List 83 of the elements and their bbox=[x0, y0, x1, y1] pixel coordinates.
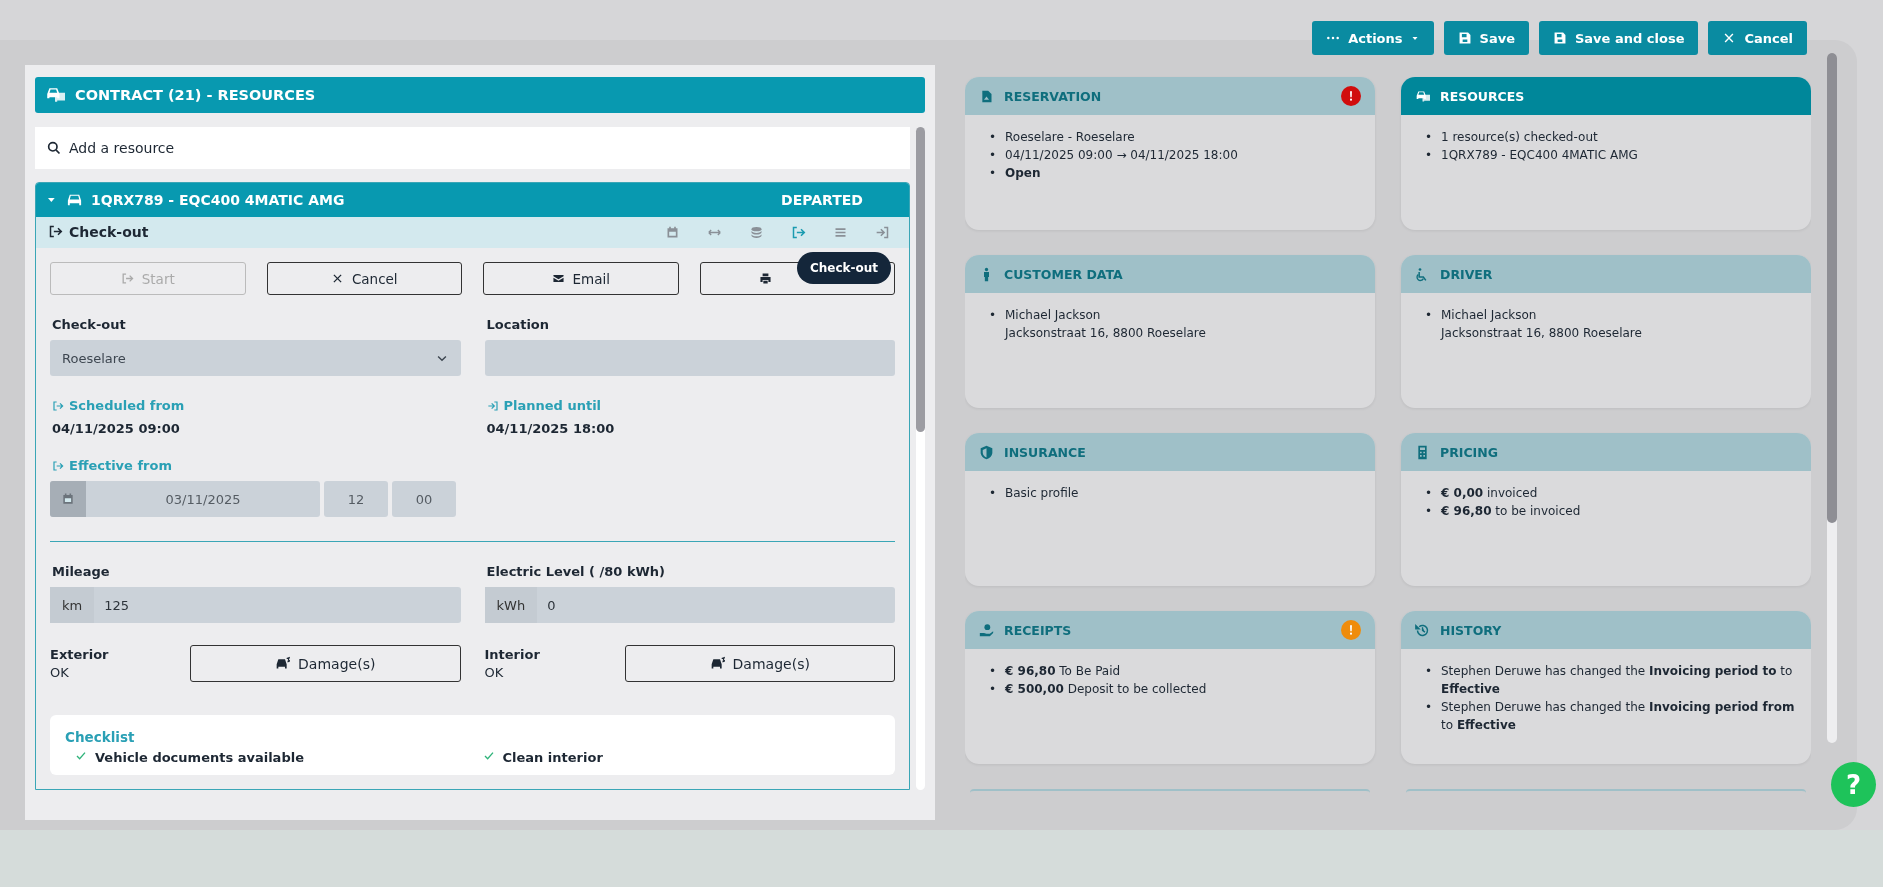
list-item: 04/11/2025 09:00 → 04/11/2025 18:00 bbox=[1005, 147, 1238, 164]
bullet: • bbox=[1425, 503, 1433, 520]
list-item: € 0,00 invoiced bbox=[1441, 485, 1538, 502]
card-header[interactable]: RECEIPTS bbox=[965, 611, 1375, 649]
checklist-item: Clean interior bbox=[502, 750, 603, 765]
cancel-button[interactable]: Cancel bbox=[266, 262, 462, 295]
card-title: PRICING bbox=[1440, 444, 1499, 460]
email-button[interactable]: Email bbox=[483, 262, 679, 295]
card-title: CUSTOMER DATA bbox=[1004, 266, 1124, 282]
list-item: Stephen Deruwe has changed the Invoicing period to to Effective bbox=[1441, 663, 1794, 698]
card-header[interactable]: HISTORY bbox=[1401, 611, 1811, 649]
field-label: Check-out bbox=[52, 317, 127, 332]
mileage-field[interactable]: km 125 bbox=[50, 587, 461, 623]
field-value: OK bbox=[50, 665, 70, 680]
bullet: • bbox=[1425, 485, 1433, 502]
bullet: • bbox=[989, 165, 997, 182]
card-title: RECEIPTS bbox=[1004, 622, 1073, 638]
damages-button[interactable]: Damage(s) bbox=[190, 645, 461, 682]
card-title: INSURANCE bbox=[1004, 444, 1087, 460]
bullet: • bbox=[1425, 699, 1433, 716]
list-item: Roeselare - Roeselare bbox=[1005, 129, 1135, 146]
card-header[interactable]: RESERVATION bbox=[965, 77, 1375, 115]
date-field[interactable]: 03/11/2025 bbox=[50, 481, 320, 517]
bullet: • bbox=[1425, 147, 1433, 164]
minute-field[interactable]: 00 bbox=[392, 481, 456, 517]
tooltip: Check-out bbox=[796, 252, 891, 284]
card-title: DRIVER bbox=[1440, 266, 1494, 282]
damages-button[interactable]: Damage(s) bbox=[624, 645, 895, 682]
field-label: Mileage bbox=[52, 564, 111, 579]
checklist-item: Vehicle documents available bbox=[95, 750, 304, 765]
resource-header[interactable]: 1QRX789 - EQC400 4MATIC AMG DEPARTED bbox=[36, 183, 909, 217]
field-label: Exterior bbox=[50, 647, 110, 662]
field-label: Effective from bbox=[69, 458, 172, 473]
cancel-button[interactable]: Cancel bbox=[1708, 21, 1807, 55]
bullet: • bbox=[989, 307, 997, 324]
save-and-close-button[interactable]: Save and close bbox=[1539, 21, 1699, 55]
location-dropdown[interactable]: Roeselare bbox=[50, 340, 461, 376]
list-item: Stephen Deruwe has changed the Invoicing period from to Effective bbox=[1441, 699, 1796, 734]
bullet: • bbox=[989, 147, 997, 164]
actions-button[interactable]: Actions bbox=[1312, 21, 1434, 55]
list-item: Michael Jackson bbox=[1005, 307, 1102, 324]
card-header[interactable]: CUSTOMER DATA bbox=[965, 255, 1375, 293]
list-item: Basic profile bbox=[1005, 485, 1079, 502]
address-text: Jacksonstraat 16, 8800 Roeselare bbox=[1441, 325, 1642, 342]
bullet: • bbox=[989, 485, 997, 502]
bullet: • bbox=[989, 663, 997, 680]
section-title: Check-out bbox=[69, 224, 149, 241]
field-value: OK bbox=[484, 665, 505, 680]
list-item: 1 resource(s) checked-out bbox=[1441, 129, 1598, 146]
field-label: Scheduled from bbox=[69, 398, 185, 413]
field-label: Electric Level ( /80 kWh) bbox=[486, 564, 667, 579]
field-value: 04/11/2025 18:00 bbox=[486, 421, 616, 436]
field-label: Location bbox=[486, 317, 551, 332]
resource-title: 1QRX789 - EQC400 4MATIC AMG bbox=[91, 191, 346, 208]
status-label: DEPARTED bbox=[781, 191, 863, 208]
bullet: • bbox=[1425, 129, 1433, 146]
field-label: Interior bbox=[484, 647, 541, 662]
bullet: • bbox=[989, 129, 997, 146]
card-header[interactable]: PRICING bbox=[1401, 433, 1811, 471]
card-title: RESERVATION bbox=[1004, 88, 1103, 104]
card-header[interactable]: DRIVER bbox=[1401, 255, 1811, 293]
list-item: € 500,00 Deposit to be collected bbox=[1005, 681, 1207, 698]
bullet: • bbox=[989, 681, 997, 698]
field-value: 04/11/2025 09:00 bbox=[52, 421, 181, 436]
card-header[interactable]: RESOURCES bbox=[1401, 77, 1811, 115]
card-title: RESOURCES bbox=[1440, 88, 1526, 104]
list-item: € 96,80 to be invoiced bbox=[1441, 503, 1581, 520]
panel-title: CONTRACT (21) - RESOURCES bbox=[75, 87, 316, 103]
list-item: € 96,80 To Be Paid bbox=[1005, 663, 1121, 680]
electric-level-field[interactable]: kWh 0 bbox=[484, 587, 895, 623]
list-item: Open bbox=[1005, 165, 1041, 182]
hour-field[interactable]: 12 bbox=[324, 481, 388, 517]
list-item: 1QRX789 - EQC400 4MATIC AMG bbox=[1441, 147, 1638, 164]
checklist-title: Checklist bbox=[65, 729, 136, 745]
card-header[interactable]: INSURANCE bbox=[965, 433, 1375, 471]
bullet: • bbox=[1425, 307, 1433, 324]
card-title: HISTORY bbox=[1440, 622, 1503, 638]
search-field[interactable]: Add a resource bbox=[35, 127, 910, 169]
address-text: Jacksonstraat 16, 8800 Roeselare bbox=[1005, 325, 1206, 342]
field-label: Planned until bbox=[503, 398, 602, 413]
bullet: • bbox=[1425, 663, 1433, 680]
list-item: Michael Jackson bbox=[1441, 307, 1538, 324]
save-button[interactable]: Save bbox=[1443, 21, 1529, 55]
